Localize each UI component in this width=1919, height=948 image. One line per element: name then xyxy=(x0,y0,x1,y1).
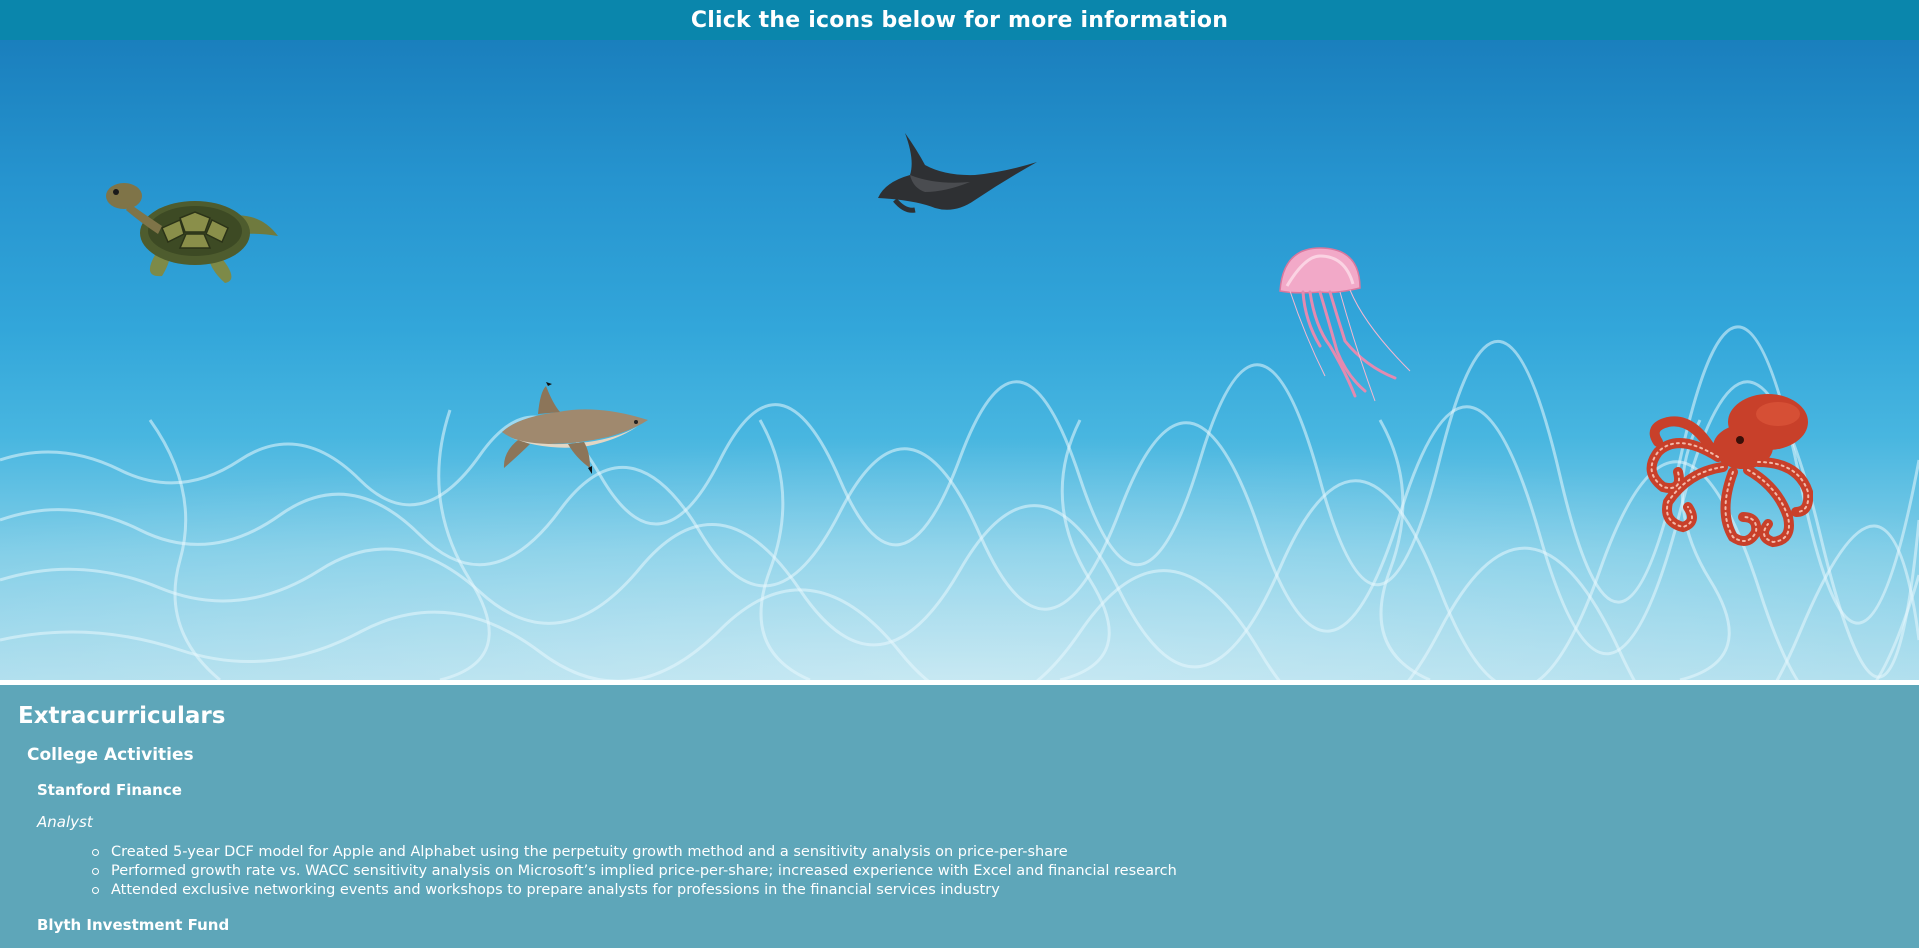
shark-icon[interactable] xyxy=(498,382,650,474)
manta-ray-icon[interactable] xyxy=(875,130,1040,220)
organization-name: Stanford Finance xyxy=(37,781,182,799)
list-item: Created 5-year DCF model for Apple and A… xyxy=(92,843,1919,862)
jellyfish-icon[interactable] xyxy=(1275,246,1415,406)
organization-name-next: Blyth Investment Fund xyxy=(37,916,230,934)
list-item: Performed growth rate vs. WACC sensitivi… xyxy=(92,862,1919,881)
extracurriculars-section: Extracurriculars College Activities Stan… xyxy=(0,685,1919,948)
octopus-icon[interactable] xyxy=(1638,392,1813,552)
ocean-scene xyxy=(0,40,1919,680)
bullet-list: Created 5-year DCF model for Apple and A… xyxy=(92,843,1919,900)
header-bar: Click the icons below for more informati… xyxy=(0,0,1919,40)
page-title: Click the icons below for more informati… xyxy=(690,7,1229,33)
section-subtitle: College Activities xyxy=(27,745,194,765)
list-item: Attended exclusive networking events and… xyxy=(92,881,1919,900)
role-title: Analyst xyxy=(37,813,93,831)
sea-turtle-icon[interactable] xyxy=(100,168,280,283)
section-title: Extracurriculars xyxy=(18,703,226,729)
